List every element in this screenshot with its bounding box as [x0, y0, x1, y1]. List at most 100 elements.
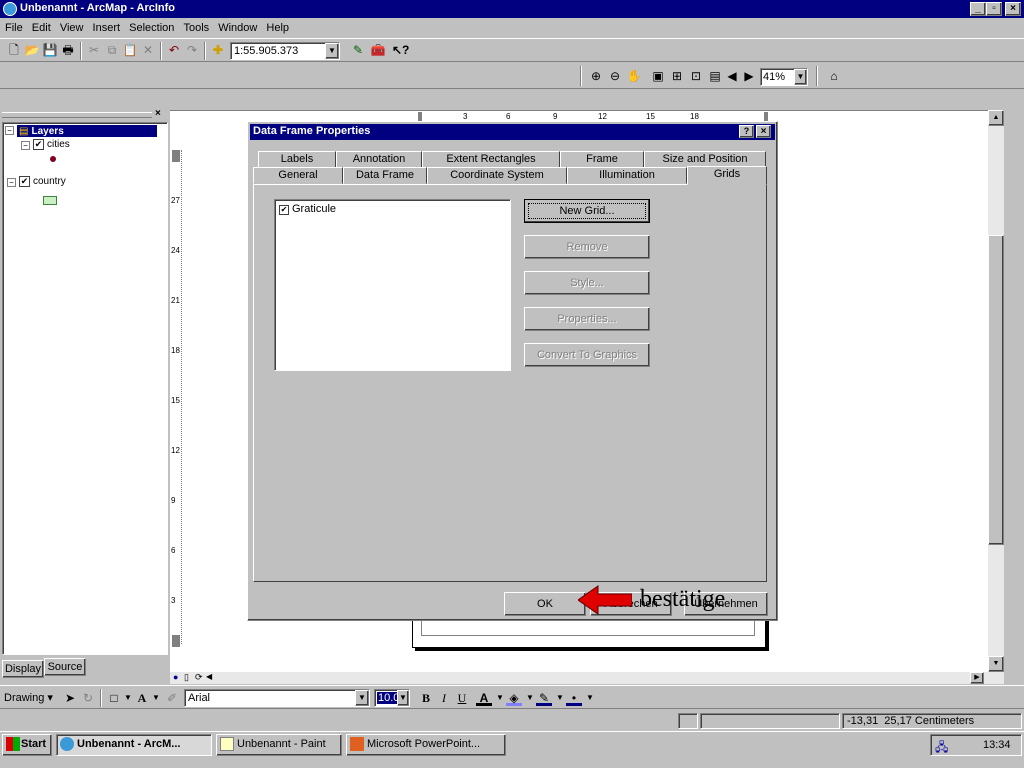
menu-window[interactable]: Window — [215, 19, 260, 37]
collapse-icon[interactable]: − — [7, 178, 16, 187]
toc-grip[interactable] — [2, 112, 152, 118]
layer-name-cities[interactable]: cities — [47, 139, 70, 150]
dialog-titlebar[interactable]: Data Frame Properties ? × — [250, 124, 775, 140]
edit-vertices-icon[interactable]: ✐ — [164, 690, 180, 706]
scroll-right-button[interactable]: ▶ — [970, 672, 984, 684]
font-color-icon[interactable]: A — [476, 690, 492, 706]
scroll-thumb[interactable] — [988, 235, 1004, 545]
toc-close-icon[interactable]: × — [155, 108, 161, 119]
scroll-left-icon[interactable]: ◀ — [206, 672, 212, 681]
new-icon[interactable]: 🗋 — [6, 42, 22, 58]
menu-insert[interactable]: Insert — [90, 19, 124, 37]
menu-selection[interactable]: Selection — [126, 19, 177, 37]
vertical-scrollbar[interactable]: ▲ ▼ — [988, 110, 1004, 672]
taskbar-item-paint[interactable]: Unbenannt - Paint — [216, 734, 342, 756]
tab-illumination[interactable]: Illumination — [567, 167, 687, 184]
select-elements-icon[interactable]: ➤ — [62, 690, 78, 706]
fixed-zoom-out-icon[interactable]: ▤ — [707, 68, 723, 84]
add-data-icon[interactable]: ✚ — [210, 42, 226, 58]
help-button[interactable]: ? — [739, 125, 754, 138]
undo-icon[interactable]: ↶ — [166, 42, 182, 58]
cut-icon[interactable]: ✂ — [86, 42, 102, 58]
back-extent-icon[interactable]: ◀ — [724, 68, 740, 84]
style-button[interactable]: Style... — [524, 271, 650, 295]
tab-source[interactable]: Source — [44, 658, 86, 676]
open-icon[interactable]: 📂 — [24, 42, 40, 58]
zoom-in-page-icon[interactable]: ⊕ — [588, 68, 604, 84]
zoom-out-page-icon[interactable]: ⊖ — [607, 68, 623, 84]
new-grid-button[interactable]: New Grid... — [524, 199, 650, 223]
close-button[interactable]: × — [1005, 2, 1021, 16]
scroll-down-button[interactable]: ▼ — [988, 656, 1004, 672]
menu-help[interactable]: Help — [263, 19, 292, 37]
ok-button[interactable]: OK — [504, 592, 586, 616]
taskbar-item-arcmap[interactable]: Unbenannt - ArcM... — [56, 734, 212, 756]
layer-checkbox-country[interactable]: ✔ — [19, 176, 30, 187]
grid-list[interactable]: ✔ Graticule — [274, 199, 511, 371]
chevron-down-icon[interactable]: ▼ — [325, 43, 339, 59]
whats-this-icon[interactable]: ↖? — [392, 42, 409, 58]
rotate-icon[interactable]: ↻ — [80, 690, 96, 706]
refresh-icon[interactable]: ⟳ — [195, 672, 203, 683]
dialog-close-button[interactable]: × — [756, 125, 771, 138]
chevron-down-icon[interactable]: ▼ — [397, 690, 409, 706]
tab-extent-rectangles[interactable]: Extent Rectangles — [422, 151, 560, 168]
minimize-button[interactable]: _ — [970, 2, 986, 16]
layout-view-icon[interactable]: ▯ — [184, 672, 189, 683]
graticule-label[interactable]: Graticule — [292, 203, 336, 215]
chevron-down-icon[interactable]: ▼ — [355, 690, 369, 706]
menu-view[interactable]: View — [57, 19, 87, 37]
start-button[interactable]: Start — [2, 734, 52, 756]
scroll-up-button[interactable]: ▲ — [988, 110, 1004, 126]
chevron-down-icon[interactable]: ▼ — [582, 690, 598, 706]
data-view-icon[interactable]: ● — [173, 672, 178, 682]
collapse-icon[interactable]: − — [21, 141, 30, 150]
menu-edit[interactable]: Edit — [29, 19, 54, 37]
toggle-draft-mode-icon[interactable]: ⌂ — [826, 68, 842, 84]
arctoolbox-icon[interactable]: 🧰 — [370, 42, 386, 58]
font-size-combobox[interactable]: 10.0 ▼ — [374, 689, 410, 707]
tab-data-frame[interactable]: Data Frame — [343, 167, 427, 184]
collapse-icon[interactable]: − — [5, 126, 14, 135]
tab-display[interactable]: Display — [2, 660, 44, 678]
tab-frame[interactable]: Frame — [560, 151, 644, 168]
tab-general[interactable]: General — [253, 167, 343, 184]
save-icon[interactable]: 💾 — [42, 42, 58, 58]
layer-name-country[interactable]: country — [33, 176, 66, 187]
tab-coordinate-system[interactable]: Coordinate System — [427, 167, 567, 184]
properties-button[interactable]: Properties... — [524, 307, 650, 331]
graticule-checkbox[interactable]: ✔ — [279, 205, 289, 215]
paste-icon[interactable]: 📋 — [122, 42, 138, 58]
tab-grids[interactable]: Grids — [687, 166, 767, 185]
layer-checkbox-cities[interactable]: ✔ — [33, 139, 44, 150]
convert-to-graphics-button[interactable]: Convert To Graphics — [524, 343, 650, 367]
tab-labels[interactable]: Labels — [258, 151, 336, 168]
network-icon[interactable]: 🖧 — [935, 738, 948, 759]
bold-icon[interactable]: B — [418, 690, 434, 706]
chevron-down-icon[interactable]: ▼ — [148, 690, 164, 706]
chevron-down-icon[interactable]: ▼ — [794, 69, 807, 85]
toc-layers-root[interactable]: ▤ Layers — [17, 125, 157, 137]
remove-button[interactable]: Remove — [524, 235, 650, 259]
underline-icon[interactable]: U — [454, 690, 470, 706]
zoom-combobox[interactable]: 41% ▼ — [760, 68, 808, 86]
tab-annotation[interactable]: Annotation — [336, 151, 422, 168]
menu-file[interactable]: File — [2, 19, 26, 37]
fixed-zoom-in-icon[interactable]: ⊡ — [688, 68, 704, 84]
italic-icon[interactable]: I — [436, 690, 452, 706]
scale-combobox[interactable]: 1:55.905.373 ▼ — [230, 42, 340, 60]
window-titlebar[interactable]: Unbenannt - ArcMap - ArcInfo _ ▫ × — [0, 0, 1024, 18]
delete-icon[interactable]: ✕ — [140, 42, 156, 58]
copy-icon[interactable]: ⧉ — [104, 42, 120, 58]
forward-extent-icon[interactable]: ▶ — [741, 68, 757, 84]
marker-color-icon[interactable]: • — [566, 690, 582, 706]
pan-page-icon[interactable]: ✋ — [626, 68, 642, 84]
redo-icon[interactable]: ↷ — [184, 42, 200, 58]
line-color-icon[interactable]: ✎ — [536, 690, 552, 706]
font-combobox[interactable]: Arial ▼ — [184, 689, 370, 707]
drawing-menu[interactable]: Drawing ▾ — [4, 691, 53, 704]
fill-color-icon[interactable]: ◈ — [506, 690, 522, 706]
menu-tools[interactable]: Tools — [180, 19, 212, 37]
taskbar-item-powerpoint[interactable]: Microsoft PowerPoint... — [346, 734, 506, 756]
zoom-100-icon[interactable]: ⊞ — [669, 68, 685, 84]
